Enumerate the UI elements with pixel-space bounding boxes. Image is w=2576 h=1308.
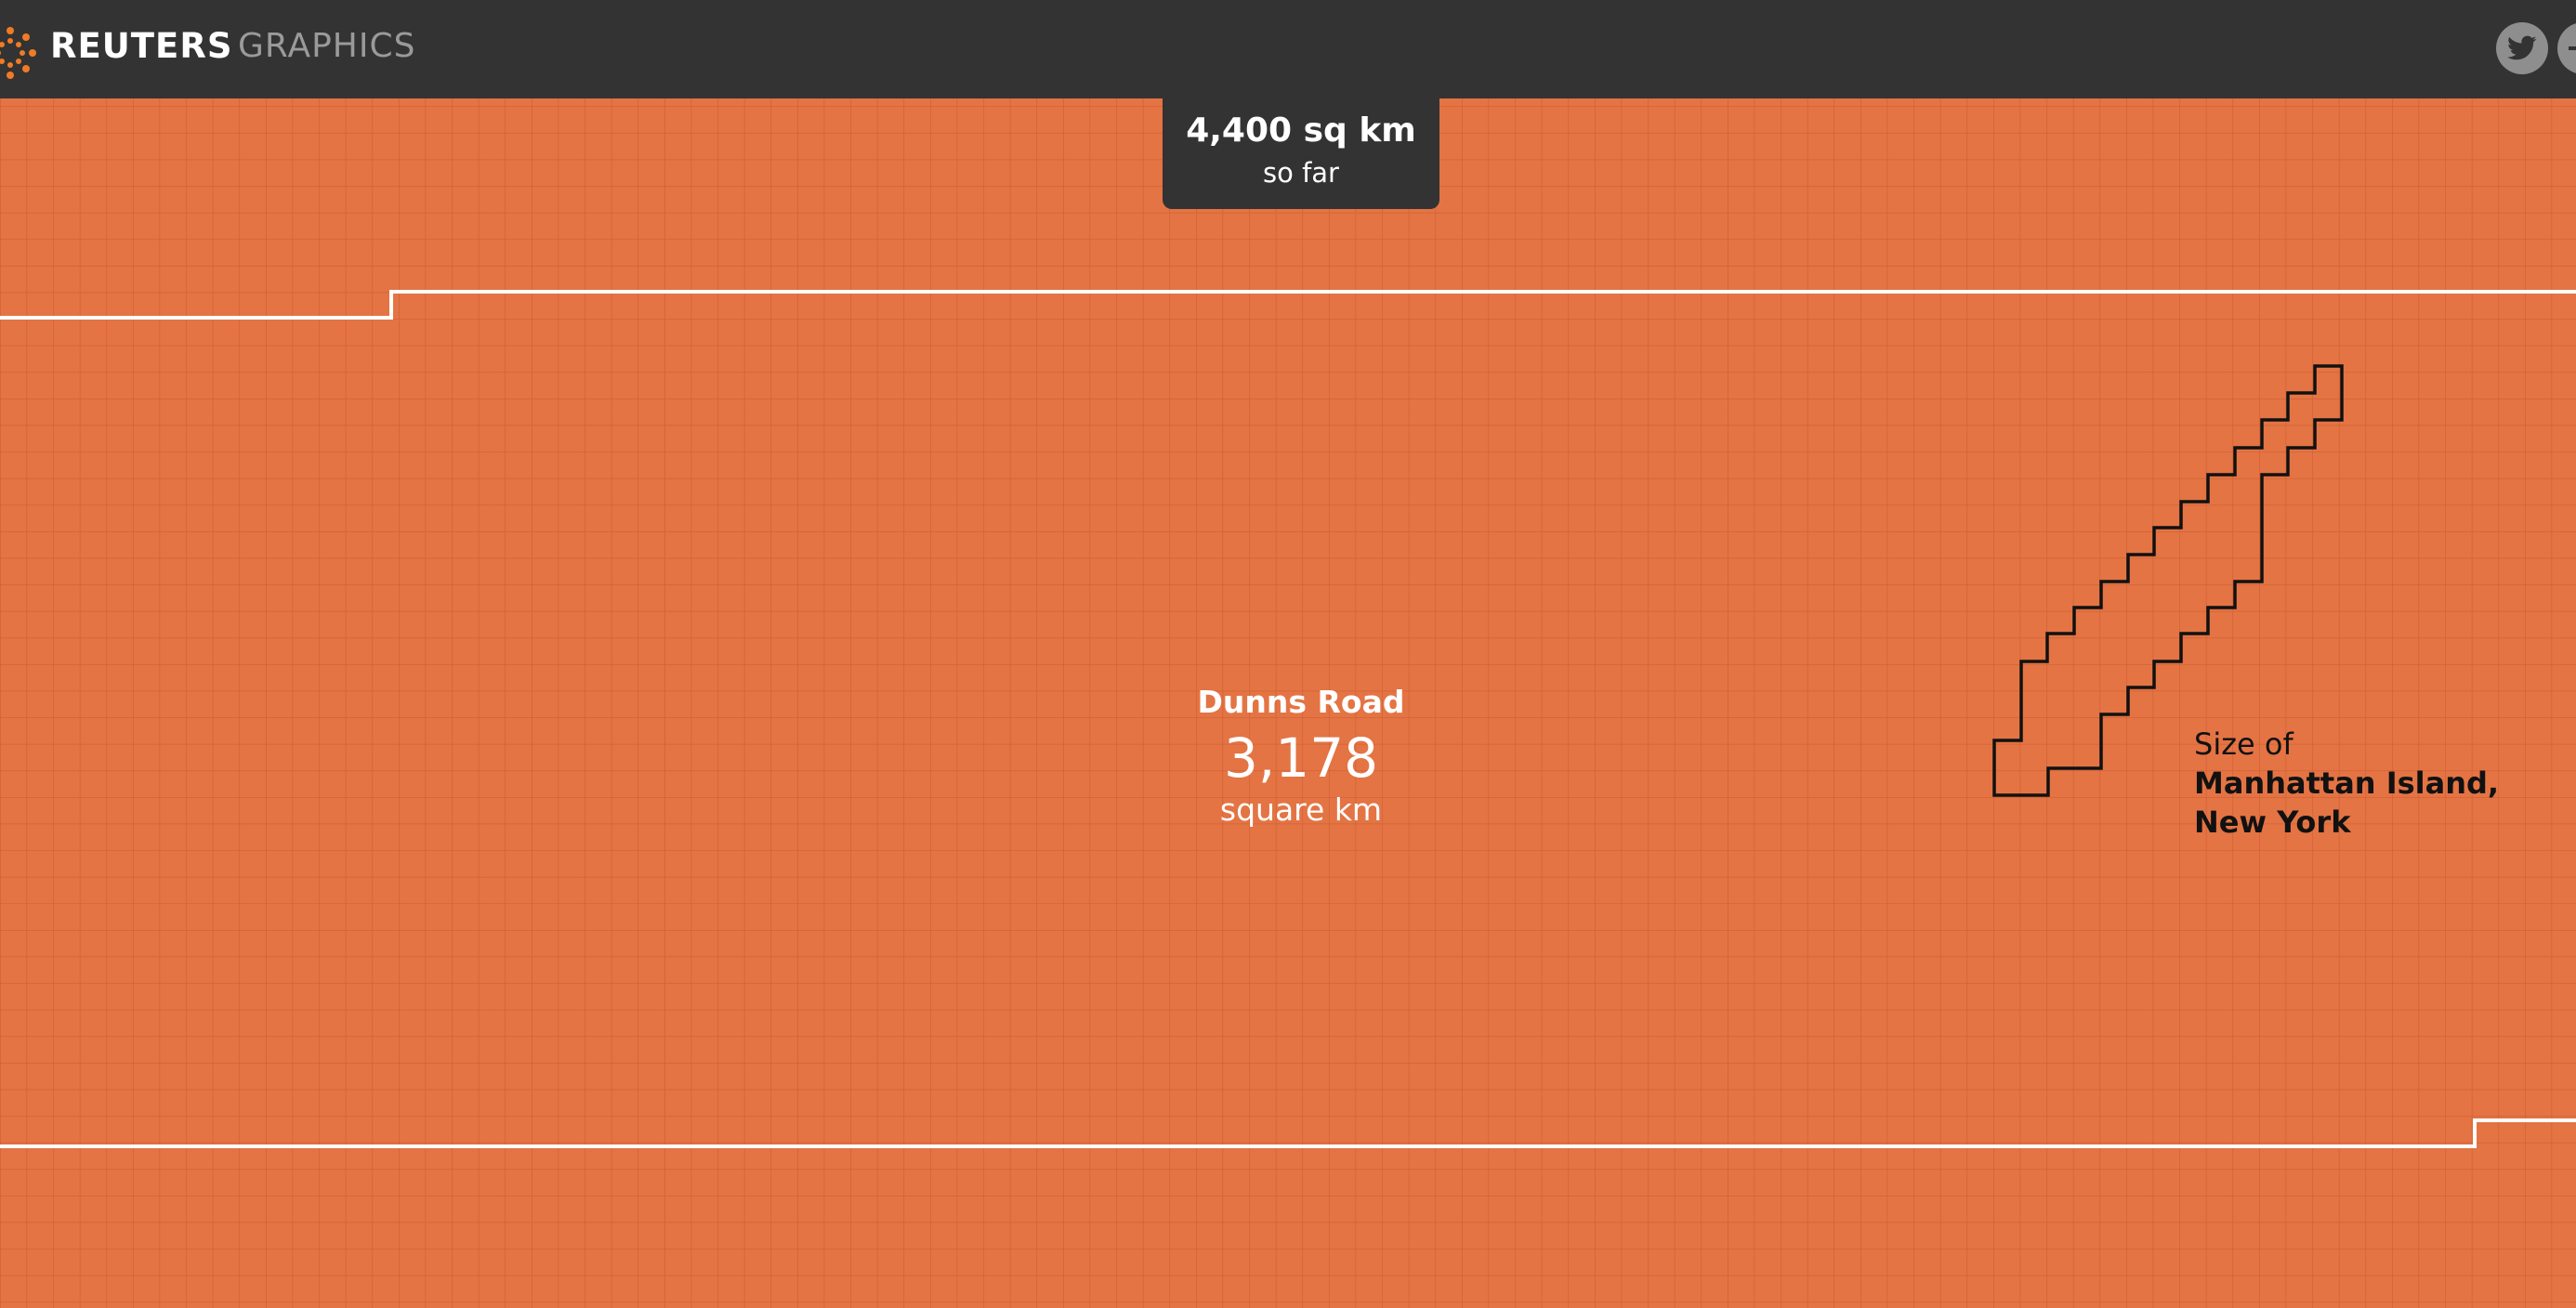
region-unit: square km bbox=[1219, 791, 1383, 828]
twitter-share-button[interactable] bbox=[2496, 22, 2548, 74]
counter-caption: so far bbox=[1263, 157, 1339, 189]
region-label: Dunns Road 3,178 square km bbox=[1115, 678, 1487, 831]
comparison-name: Manhattan Island, New York bbox=[2194, 765, 2500, 840]
share-button[interactable] bbox=[2557, 22, 2576, 74]
graphic-stage: REUTERS GRAPHICS 4,400 sq km so far Dunn… bbox=[0, 0, 2576, 1308]
share-icon bbox=[2569, 46, 2576, 50]
brand-name[interactable]: REUTERS bbox=[50, 24, 232, 69]
comparison-label: Size of Manhattan Island, New York bbox=[2194, 725, 2547, 842]
counter-value: 4,400 sq km bbox=[1186, 111, 1416, 150]
twitter-icon bbox=[2507, 35, 2537, 60]
region-value: 3,178 bbox=[1223, 726, 1379, 790]
reuters-logo-icon bbox=[0, 27, 36, 79]
region-name: Dunns Road bbox=[1197, 684, 1405, 720]
header-bar: REUTERS GRAPHICS bbox=[0, 0, 2576, 98]
section-name[interactable]: GRAPHICS bbox=[238, 24, 415, 69]
area-counter: 4,400 sq km so far bbox=[1163, 97, 1439, 209]
comparison-prefix: Size of bbox=[2194, 726, 2293, 762]
